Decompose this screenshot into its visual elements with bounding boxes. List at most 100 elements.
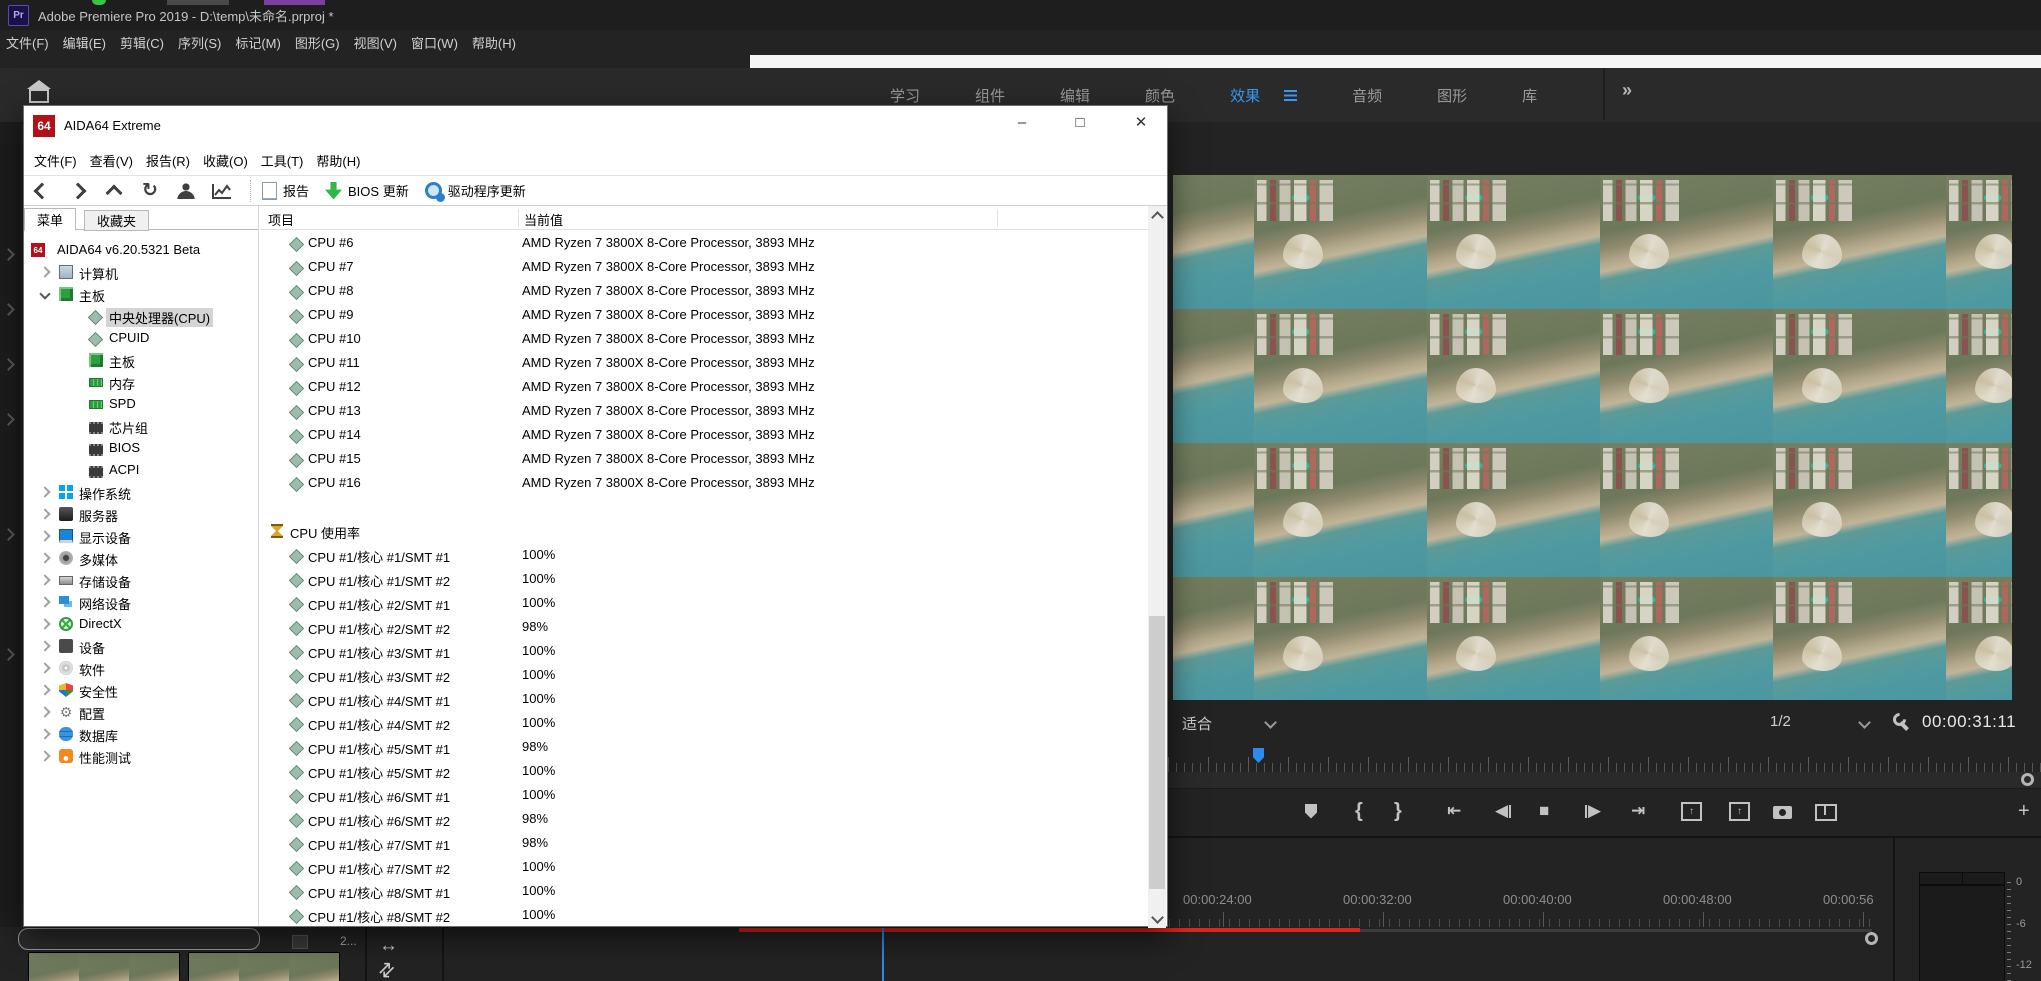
tree-item-网络设备[interactable]: 网络设备 xyxy=(24,591,258,613)
list-row[interactable]: CPU #1/核心 #2/SMT #298% xyxy=(260,615,1148,639)
tab-编辑[interactable]: 编辑 xyxy=(1060,85,1090,106)
aida64-menu-item[interactable]: 报告(R) xyxy=(146,151,190,170)
lift-button[interactable]: ↑ xyxy=(1681,801,1702,821)
step-back-button[interactable]: ◀ xyxy=(1495,801,1512,821)
monitor-zoom-scrollbar[interactable] xyxy=(1168,772,2041,788)
menubar-item[interactable]: 文件(F) xyxy=(6,33,49,52)
project-search-input[interactable] xyxy=(18,928,260,950)
scrollbar-handle[interactable] xyxy=(2021,773,2034,786)
chevron-collapsed-icon[interactable] xyxy=(39,530,50,541)
menubar-item[interactable]: 帮助(H) xyxy=(472,33,516,52)
menubar-item[interactable]: 剪辑(C) xyxy=(120,33,164,52)
list-row[interactable]: CPU #1/核心 #4/SMT #2100% xyxy=(260,711,1148,735)
aida64-menu-item[interactable]: 文件(F) xyxy=(34,151,77,170)
mark-out-button[interactable]: } xyxy=(1394,801,1402,821)
chevron-collapsed-icon[interactable] xyxy=(39,618,50,629)
scroll-down-button[interactable] xyxy=(1148,910,1166,928)
list-row[interactable]: CPU #1/核心 #3/SMT #2100% xyxy=(260,663,1148,687)
menubar-item[interactable]: 编辑(E) xyxy=(63,33,106,52)
chevron-collapsed-icon[interactable] xyxy=(39,596,50,607)
tree-item-芯片组[interactable]: 芯片组 xyxy=(24,415,258,437)
list-row[interactable]: CPU #1/核心 #5/SMT #2100% xyxy=(260,759,1148,783)
list-row[interactable]: CPU #14AMD Ryzen 7 3800X 8-Core Processo… xyxy=(260,423,1148,447)
list-row[interactable]: CPU #1/核心 #3/SMT #1100% xyxy=(260,639,1148,663)
menubar-item[interactable]: 窗口(W) xyxy=(411,33,458,52)
tree-item-主板[interactable]: 主板 xyxy=(24,283,258,305)
tab-组件[interactable]: 组件 xyxy=(975,85,1005,106)
ripple-edit-tool[interactable]: ⇄ xyxy=(373,957,401,981)
tree-item-中央处理器(CPU)[interactable]: 中央处理器(CPU) xyxy=(24,305,258,327)
list-row[interactable]: CPU #7AMD Ryzen 7 3800X 8-Core Processor… xyxy=(260,255,1148,279)
list-row[interactable]: CPU #1/核心 #6/SMT #298% xyxy=(260,807,1148,831)
list-row[interactable]: CPU #1/核心 #6/SMT #1100% xyxy=(260,783,1148,807)
list-row[interactable]: CPU #10AMD Ryzen 7 3800X 8-Core Processo… xyxy=(260,327,1148,351)
chevron-down-icon[interactable] xyxy=(1858,716,1871,729)
tree-item-配置[interactable]: ⚙配置 xyxy=(24,701,258,723)
tab-库[interactable]: 库 xyxy=(1522,85,1537,106)
list-row[interactable]: CPU #9AMD Ryzen 7 3800X 8-Core Processor… xyxy=(260,303,1148,327)
chevron-collapsed-icon[interactable] xyxy=(39,728,50,739)
list-row[interactable]: CPU #15AMD Ryzen 7 3800X 8-Core Processo… xyxy=(260,447,1148,471)
chevron-collapsed-icon[interactable] xyxy=(39,266,50,277)
scroll-up-button[interactable] xyxy=(1148,206,1166,224)
chevron-collapsed-icon[interactable] xyxy=(39,750,50,761)
program-monitor-video[interactable] xyxy=(1173,175,2012,700)
go-to-out-button[interactable]: ⇥ xyxy=(1631,801,1645,821)
button-editor-plus[interactable]: + xyxy=(2018,801,2030,821)
workspace-overflow-button[interactable]: » xyxy=(1622,80,1632,101)
tab-menu[interactable]: 菜单 xyxy=(24,208,76,231)
timeline-playhead[interactable] xyxy=(882,928,884,981)
panel-chevron-icon[interactable] xyxy=(2,648,15,661)
list-row[interactable]: CPU #12AMD Ryzen 7 3800X 8-Core Processo… xyxy=(260,375,1148,399)
list-row[interactable]: CPU #1/核心 #8/SMT #1100% xyxy=(260,879,1148,903)
panel-menu-icon[interactable] xyxy=(1284,90,1297,101)
tree-item-设备[interactable]: 设备 xyxy=(24,635,258,657)
project-thumbnail[interactable] xyxy=(188,952,340,981)
tree-item-内存[interactable]: 内存 xyxy=(24,371,258,393)
aida64-menu-item[interactable]: 工具(T) xyxy=(261,151,304,170)
up-icon[interactable] xyxy=(96,178,132,204)
users-icon[interactable] xyxy=(168,178,204,204)
step-forward-button[interactable]: ▶ xyxy=(1584,801,1601,821)
monitor-scrubber[interactable] xyxy=(1168,745,2041,772)
tree-item-ACPI[interactable]: ACPI xyxy=(24,459,258,481)
close-button[interactable]: ✕ xyxy=(1118,106,1164,138)
tree-item-性能测试[interactable]: 性能测试 xyxy=(24,745,258,767)
maximize-button[interactable]: □ xyxy=(1057,106,1103,138)
list-row[interactable]: CPU #1/核心 #7/SMT #2100% xyxy=(260,855,1148,879)
zoom-level-dropdown[interactable]: 适合 xyxy=(1182,713,1212,734)
go-to-in-button[interactable]: ⇤ xyxy=(1447,801,1461,821)
tree-item-服务器[interactable]: 服务器 xyxy=(24,503,258,525)
minimize-button[interactable]: – xyxy=(999,106,1045,138)
list-row[interactable]: CPU #8AMD Ryzen 7 3800X 8-Core Processor… xyxy=(260,279,1148,303)
comparison-view-button[interactable] xyxy=(1815,801,1837,821)
list-row[interactable]: CPU #1/核心 #7/SMT #198% xyxy=(260,831,1148,855)
scrollbar-thumb[interactable] xyxy=(1149,616,1165,889)
chevron-collapsed-icon[interactable] xyxy=(39,662,50,673)
aida64-menu-item[interactable]: 帮助(H) xyxy=(316,151,360,170)
list-row[interactable]: CPU #13AMD Ryzen 7 3800X 8-Core Processo… xyxy=(260,399,1148,423)
panel-chevron-icon[interactable] xyxy=(2,248,15,261)
mark-in-button[interactable]: { xyxy=(1355,801,1363,821)
tree-item-主板[interactable]: 主板 xyxy=(24,349,258,371)
tree-item-BIOS[interactable]: BIOS xyxy=(24,437,258,459)
tab-音频[interactable]: 音频 xyxy=(1352,85,1382,106)
tree-item-显示设备[interactable]: 显示设备 xyxy=(24,525,258,547)
project-item-label[interactable]: 2... xyxy=(340,934,357,948)
chevron-collapsed-icon[interactable] xyxy=(39,508,50,519)
list-row[interactable]: CPU #6AMD Ryzen 7 3800X 8-Core Processor… xyxy=(260,231,1148,255)
tree-item-软件[interactable]: 软件 xyxy=(24,657,258,679)
list-scrollbar[interactable] xyxy=(1148,206,1166,928)
list-row[interactable]: CPU 使用率 xyxy=(260,519,1148,543)
refresh-icon[interactable]: ↻ xyxy=(132,178,168,204)
chevron-expanded-icon[interactable] xyxy=(39,288,50,299)
tree-item-计算机[interactable]: 计算机 xyxy=(24,261,258,283)
tree-item-DirectX[interactable]: DirectX xyxy=(24,613,258,635)
tab-学习[interactable]: 学习 xyxy=(890,85,920,106)
list-row[interactable]: CPU #1/核心 #5/SMT #198% xyxy=(260,735,1148,759)
driver-update-button[interactable]: 驱动程序更新 xyxy=(425,181,526,200)
tree-item-操作系统[interactable]: 操作系统 xyxy=(24,481,258,503)
tree-item-存储设备[interactable]: 存储设备 xyxy=(24,569,258,591)
scrubber-playhead[interactable] xyxy=(1253,748,1264,763)
chart-icon[interactable] xyxy=(204,178,240,204)
